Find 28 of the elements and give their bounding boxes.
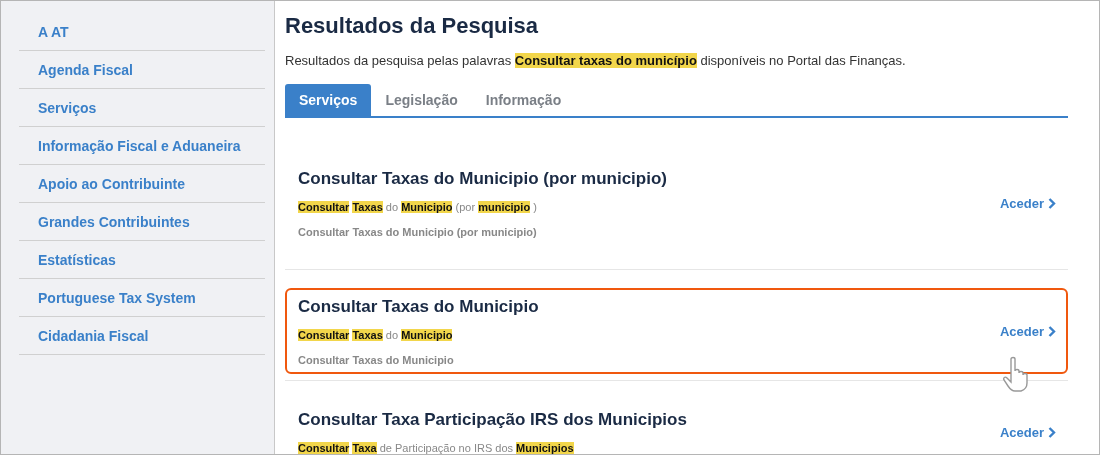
sidebar-link[interactable]: Estatísticas [38, 251, 116, 268]
intro-text: Resultados da pesquisa pelas palavras Consultar taxas do município disponíveis no Portal das Finanças. [285, 53, 907, 68]
sidebar-link[interactable]: Portuguese Tax System [38, 289, 196, 306]
sidebar-link[interactable]: Apoio ao Contribuinte [38, 175, 185, 192]
sidebar-link[interactable]: Cidadania Fiscal [38, 327, 149, 344]
result-description: Consultar Taxas do Municipio (por municipio) [298, 225, 538, 238]
sidebar-link[interactable]: Serviços [38, 99, 97, 116]
aceder-link[interactable]: Aceder [999, 195, 1056, 211]
chevron-right-icon [1048, 426, 1056, 438]
result-snippet: Consultar Taxas do Municipio [298, 328, 454, 341]
sidebar-link[interactable]: Agenda Fiscal [38, 61, 133, 78]
chevron-right-icon [1048, 325, 1056, 337]
chevron-right-icon [1048, 197, 1056, 209]
tab[interactable]: Legislação [371, 84, 472, 116]
tab[interactable]: Informação [471, 84, 576, 116]
result-title: Consultar Taxas do Municipio [298, 296, 539, 317]
result-title: Consultar Taxa Participação IRS dos Municipios [298, 410, 687, 430]
result-title: Consultar Taxas do Municipio (por municipio) [298, 168, 667, 189]
page-title: Resultados da Pesquisa [285, 13, 540, 39]
result-snippet: Consultar Taxa de Participação no IRS dos Municipios [298, 442, 575, 454]
result-description: Consultar Taxas do Municipio [298, 353, 455, 366]
sidebar-link[interactable]: Informação Fiscal e Aduaneira [38, 137, 241, 154]
aceder-link[interactable]: Aceder [999, 323, 1056, 339]
sidebar-link[interactable]: Grandes Contribuintes [38, 213, 190, 230]
result-snippet: Consultar Taxas do Municipio (por municipio ) [298, 200, 538, 213]
tab[interactable]: Serviços [285, 84, 372, 116]
sidebar-link[interactable]: A AT [38, 23, 69, 40]
aceder-link[interactable]: Aceder [999, 424, 1056, 440]
